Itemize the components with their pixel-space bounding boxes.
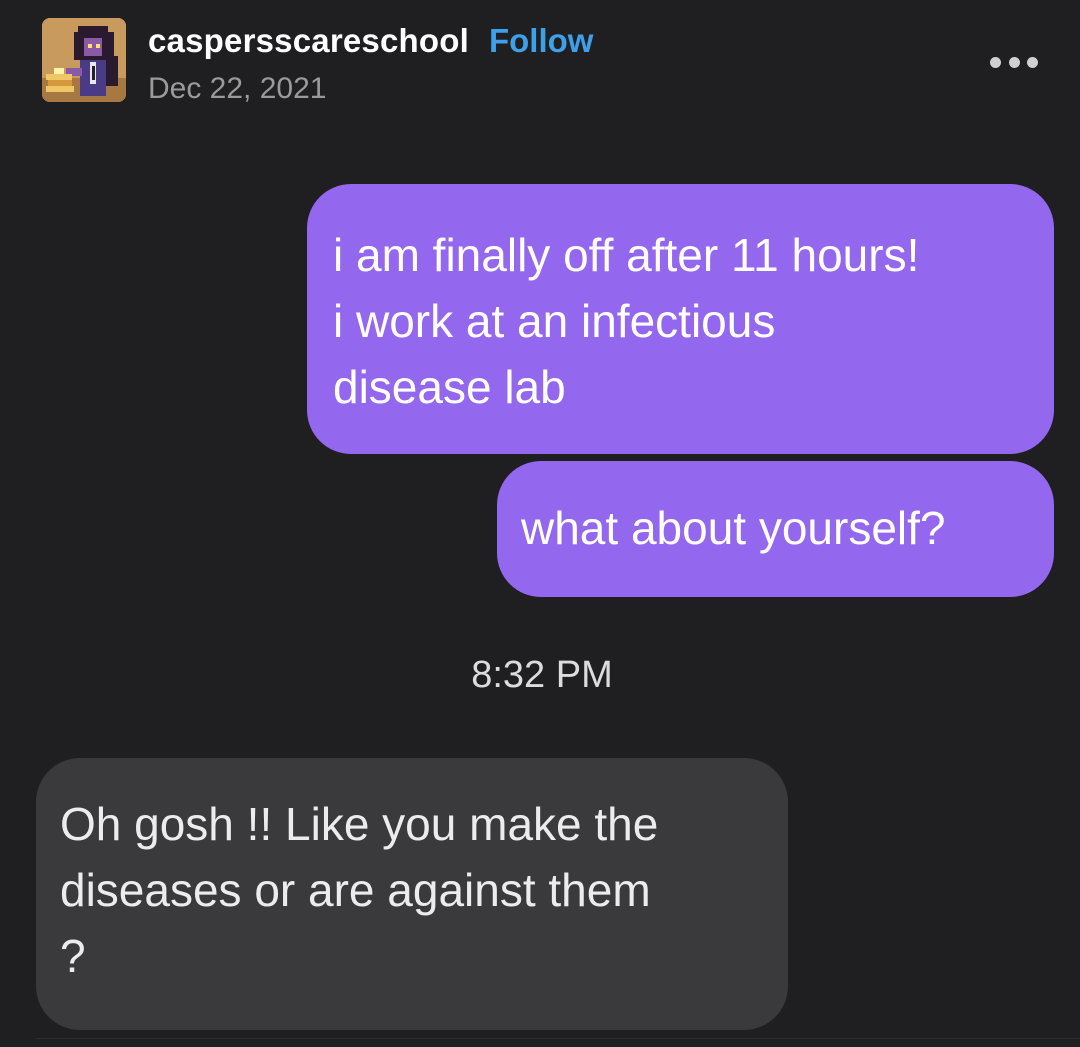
sent-message-bubble[interactable]: i am finally off after 11 hours! i work … (307, 184, 1054, 454)
more-options-icon-dot (1027, 56, 1038, 68)
message-line: Oh gosh !! Like you make the (60, 798, 659, 850)
message-line: what about yourself? (521, 502, 946, 554)
name-row: caspersscareschool Follow (148, 22, 593, 62)
username[interactable]: caspersscareschool (148, 22, 469, 60)
avatar[interactable] (42, 18, 126, 102)
divider (36, 1038, 1080, 1039)
post-header: caspersscareschool Follow Dec 22, 2021 (42, 18, 1042, 108)
message-timestamp: 8:32 PM (0, 654, 1079, 697)
message-line: ? (60, 930, 86, 982)
pixel-art-avatar-icon (42, 18, 126, 102)
message-line: diseases or are against them (60, 864, 651, 916)
follow-button[interactable]: Follow (489, 22, 593, 60)
message-line: i am finally off after 11 hours! (333, 229, 920, 281)
message-line: disease lab (333, 361, 566, 413)
received-message-bubble[interactable]: Oh gosh !! Like you make the diseases or… (36, 758, 788, 1030)
more-options-icon-dot (1008, 56, 1020, 68)
more-options-icon (990, 56, 1001, 68)
timestamp-text: 8:32 PM (471, 654, 613, 696)
post-date: Dec 22, 2021 (148, 72, 327, 105)
more-options-button[interactable] (990, 52, 1038, 72)
user-block: caspersscareschool Follow Dec 22, 2021 (148, 22, 593, 106)
message-line: i work at an infectious (333, 295, 776, 347)
sent-message-bubble[interactable]: what about yourself? (497, 461, 1054, 597)
